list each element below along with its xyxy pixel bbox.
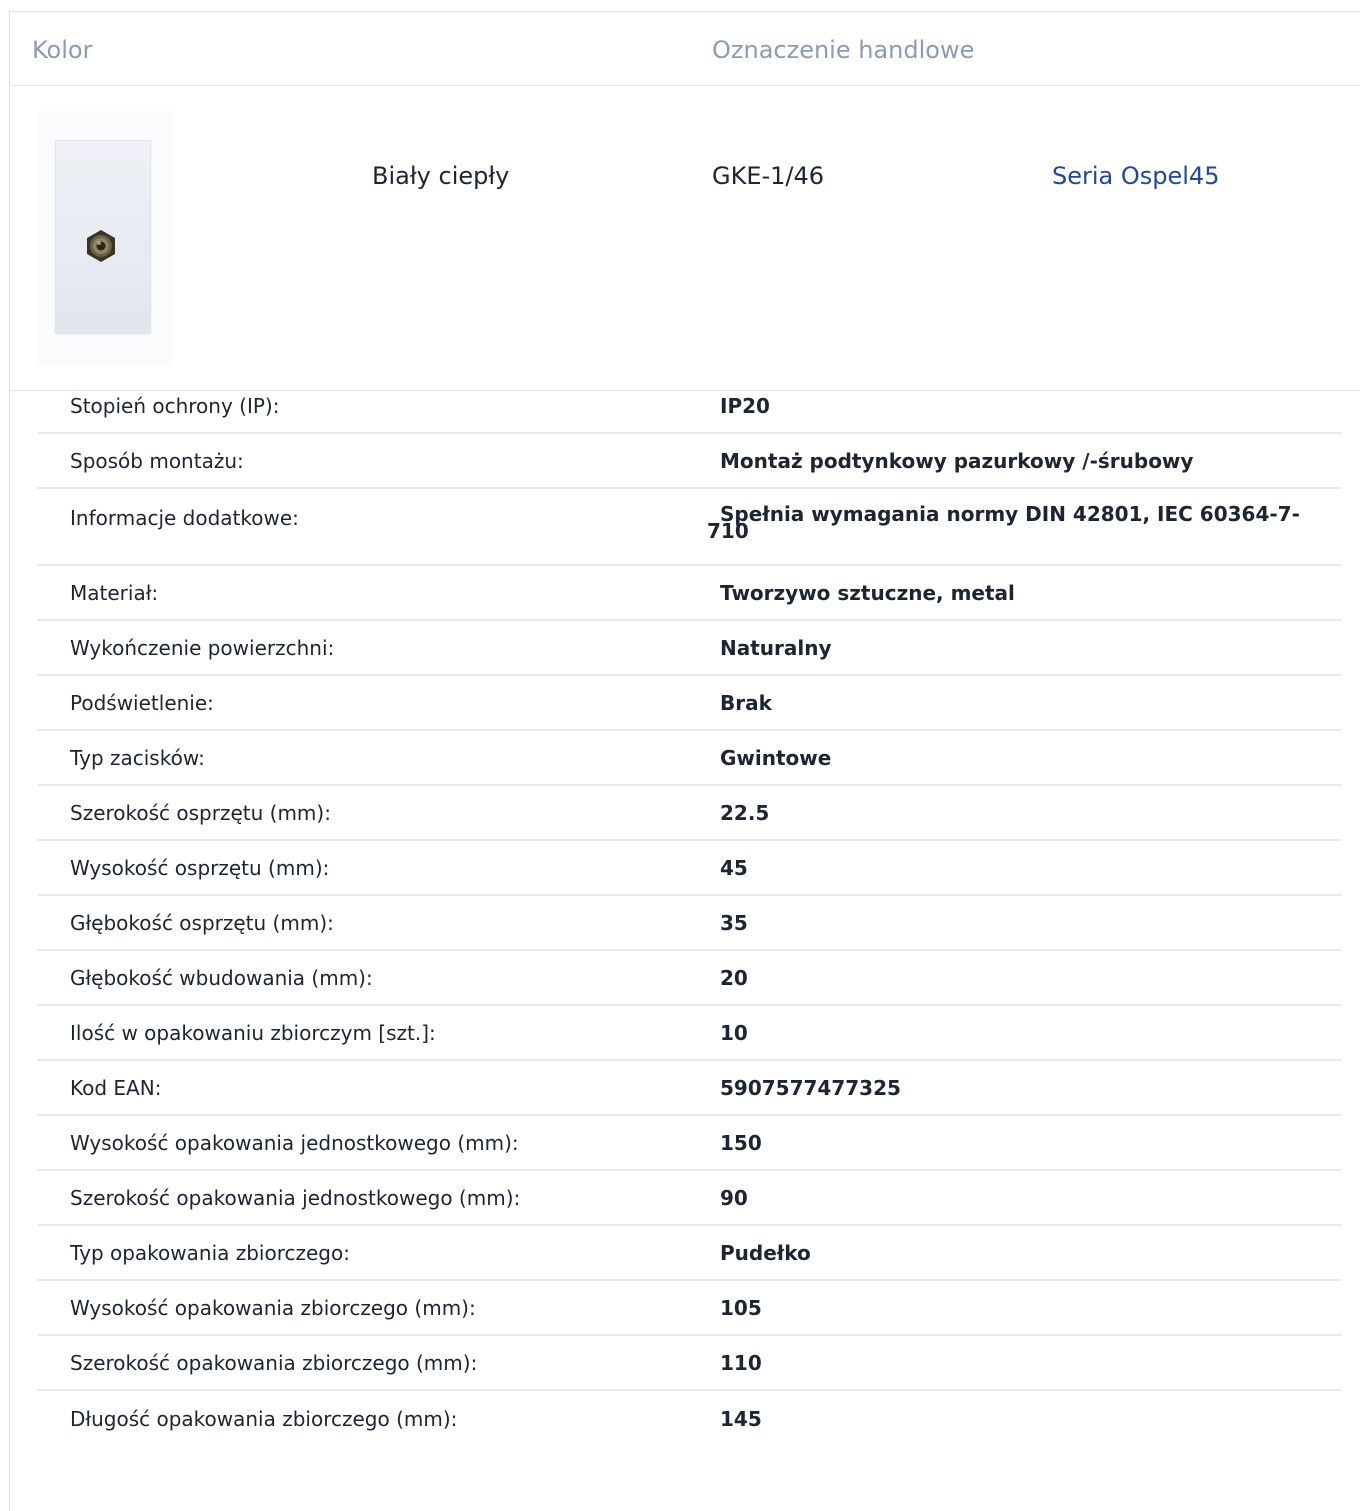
spec-row: Głębokość osprzętu (mm): 35 xyxy=(37,896,1341,951)
antenna-socket-icon xyxy=(87,230,115,262)
series-link[interactable]: Seria Ospel45 xyxy=(1052,162,1219,190)
product-image[interactable] xyxy=(38,111,173,366)
spec-value: Gwintowe xyxy=(720,745,832,770)
spec-value: Tworzywo sztuczne, metal xyxy=(720,580,1015,605)
spec-label: Wykończenie powierzchni: xyxy=(70,635,335,660)
spec-value: 35 xyxy=(720,910,748,935)
spec-row: Szerokość opakowania zbiorczego (mm): 110 xyxy=(37,1336,1341,1391)
product-code: GKE-1/46 xyxy=(712,162,825,190)
spec-row: Szerokość opakowania jednostkowego (mm):… xyxy=(37,1171,1341,1226)
socket-plate xyxy=(55,140,151,333)
spec-label: Długość opakowania zbiorczego (mm): xyxy=(70,1406,458,1431)
spec-label: Stopień ochrony (IP): xyxy=(70,393,280,418)
spec-row: Sposób montażu: Montaż podtynkowy pazurko… xyxy=(37,434,1341,489)
spec-row: Kod EAN: 5907577477325 xyxy=(37,1061,1341,1116)
spec-row: Głębokość wbudowania (mm): 20 xyxy=(37,951,1341,1006)
product-color: Biały ciepły xyxy=(372,162,510,190)
spec-row: Szerokość osprzętu (mm): 22.5 xyxy=(37,786,1341,841)
spec-value: 5907577477325 xyxy=(720,1075,901,1100)
spec-label: Typ zacisków: xyxy=(70,745,205,770)
spec-value: Pudełko xyxy=(720,1240,811,1265)
table-header: Kolor Oznaczenie handlowe xyxy=(10,12,1360,86)
spec-value: 10 xyxy=(720,1020,748,1045)
spec-value: Brak xyxy=(720,690,772,715)
spec-label: Informacje dodatkowe: xyxy=(70,506,299,530)
spec-row: Wysokość opakowania jednostkowego (mm): 1… xyxy=(37,1116,1341,1171)
spec-label: Sposób montażu: xyxy=(70,448,244,473)
spec-row: Długość opakowania zbiorczego (mm): 145 xyxy=(37,1391,1341,1446)
spec-label: Wysokość osprzętu (mm): xyxy=(70,855,330,880)
spec-label: Typ opakowania zbiorczego: xyxy=(70,1240,350,1265)
spec-value: 90 xyxy=(720,1185,748,1210)
spec-value: Naturalny xyxy=(720,635,832,660)
product-row: Biały ciepły GKE-1/46 Seria Ospel45 xyxy=(10,86,1360,391)
spec-row: Ilość w opakowaniu zbiorczym [szt.]: 10 xyxy=(37,1006,1341,1061)
spec-value: IP20 xyxy=(720,393,770,418)
spec-row: Typ opakowania zbiorczego: Pudełko xyxy=(37,1226,1341,1281)
spec-row: Stopień ochrony (IP): IP20 xyxy=(37,379,1341,434)
spec-label: Szerokość opakowania zbiorczego (mm): xyxy=(70,1350,478,1375)
spec-value: 22.5 xyxy=(720,800,770,825)
spec-label: Kod EAN: xyxy=(70,1075,162,1100)
spec-label: Podświetlenie: xyxy=(70,690,214,715)
spec-label: Wysokość opakowania jednostkowego (mm): xyxy=(70,1130,519,1155)
column-header-color: Kolor xyxy=(32,36,93,64)
spec-value: 150 xyxy=(720,1130,762,1155)
column-header-trade-name: Oznaczenie handlowe xyxy=(712,36,975,64)
spec-table: Stopień ochrony (IP): IP20 Sposób montażu:… xyxy=(37,379,1341,1446)
spec-label: Ilość w opakowaniu zbiorczym [szt.]: xyxy=(70,1020,436,1045)
spec-value: 45 xyxy=(720,855,748,880)
spec-row: Wykończenie powierzchni: Naturalny xyxy=(37,621,1341,676)
spec-value: Spełnia wymagania normy DIN 42801, IEC 6… xyxy=(707,502,1300,543)
spec-label: Głębokość osprzętu (mm): xyxy=(70,910,334,935)
spec-label: Materiał: xyxy=(70,580,159,605)
spec-row: Informacje dodatkowe: Spełnia wymagania n… xyxy=(37,489,1341,566)
spec-row: Wysokość opakowania zbiorczego (mm): 105 xyxy=(37,1281,1341,1336)
spec-value: 110 xyxy=(720,1350,762,1375)
spec-label: Szerokość osprzętu (mm): xyxy=(70,800,331,825)
spec-value: 105 xyxy=(720,1295,762,1320)
spec-label: Wysokość opakowania zbiorczego (mm): xyxy=(70,1295,476,1320)
spec-row: Materiał: Tworzywo sztuczne, metal xyxy=(37,566,1341,621)
spec-label: Głębokość wbudowania (mm): xyxy=(70,965,373,990)
spec-value: 145 xyxy=(720,1406,762,1431)
spec-value: Montaż podtynkowy pazurkowy /-śrubowy xyxy=(720,448,1194,473)
spec-row: Typ zacisków: Gwintowe xyxy=(37,731,1341,786)
spec-row: Podświetlenie: Brak xyxy=(37,676,1341,731)
spec-row: Wysokość osprzętu (mm): 45 xyxy=(37,841,1341,896)
spec-label: Szerokość opakowania jednostkowego (mm): xyxy=(70,1185,521,1210)
spec-value: 20 xyxy=(720,965,748,990)
